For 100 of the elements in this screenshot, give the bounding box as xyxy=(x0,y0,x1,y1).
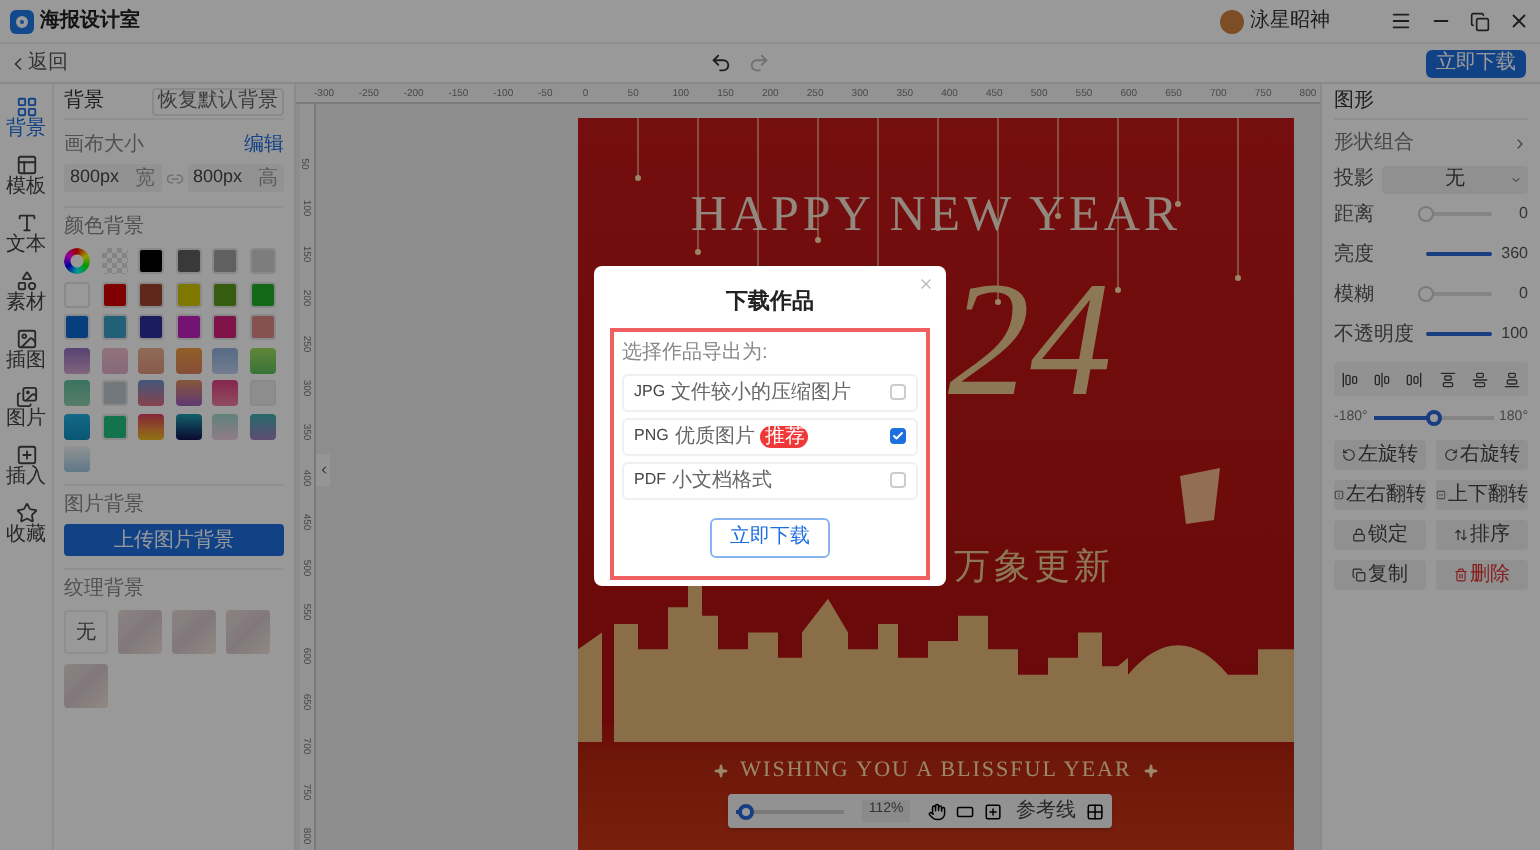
gradient-swatch[interactable] xyxy=(212,347,239,373)
gradient-swatch[interactable] xyxy=(212,413,239,439)
align-icon[interactable] xyxy=(1471,371,1488,387)
action-button[interactable]: 左右翻转 xyxy=(1334,480,1426,510)
action-button[interactable]: 锁定 xyxy=(1334,520,1426,550)
gradient-swatch[interactable] xyxy=(64,413,90,439)
link-icon[interactable] xyxy=(165,169,183,187)
reset-background-button[interactable]: 恢复默认背景 xyxy=(152,87,284,115)
action-icon xyxy=(1444,448,1458,462)
gradient-swatch[interactable] xyxy=(101,347,128,373)
gradient-swatch[interactable] xyxy=(175,347,202,373)
gradient-swatch[interactable] xyxy=(64,347,90,373)
zoom-in-icon[interactable] xyxy=(983,801,1002,821)
color-swatch[interactable] xyxy=(212,248,239,274)
checkbox[interactable] xyxy=(890,384,906,400)
check-icon xyxy=(892,430,904,442)
no-texture-option[interactable]: 无 xyxy=(64,610,108,654)
gradient-swatch[interactable] xyxy=(138,380,165,406)
gradient-swatch[interactable] xyxy=(175,413,202,439)
sidebar-tab[interactable]: 背景 xyxy=(6,96,46,140)
checkbox[interactable] xyxy=(890,472,906,488)
color-swatch[interactable] xyxy=(249,281,276,307)
zoom-slider-thumb[interactable] xyxy=(738,803,755,819)
color-swatch[interactable] xyxy=(101,380,128,406)
action-button[interactable]: 复制 xyxy=(1334,560,1426,590)
download-now-button[interactable]: 立即下载 xyxy=(710,517,830,557)
poster-year: 24 xyxy=(948,258,1112,422)
back-button[interactable]: 返回 xyxy=(8,48,68,78)
action-button[interactable]: 排序 xyxy=(1436,520,1528,550)
align-icon[interactable] xyxy=(1406,371,1423,387)
sidebar-tab[interactable]: 素材 xyxy=(6,270,46,314)
color-swatch[interactable] xyxy=(138,314,165,340)
export-option[interactable]: PNG 优质图片 推荐 xyxy=(622,417,918,455)
color-swatch[interactable] xyxy=(249,314,276,340)
color-swatch[interactable] xyxy=(138,281,165,307)
color-swatch[interactable] xyxy=(101,314,128,340)
export-option[interactable]: PDF 小文档格式 xyxy=(622,461,918,499)
format-description: 优质图片 xyxy=(674,423,755,451)
sidebar-tab[interactable]: 图片 xyxy=(6,386,46,430)
gradient-swatch[interactable] xyxy=(64,380,90,406)
gradient-swatch[interactable] xyxy=(212,380,239,406)
align-icon[interactable] xyxy=(1374,371,1391,387)
upload-background-button[interactable]: 上传图片背景 xyxy=(64,524,284,556)
user-name[interactable]: 泳星昭神 xyxy=(1250,6,1330,36)
collapse-handle[interactable] xyxy=(316,454,330,486)
rotation-thumb[interactable] xyxy=(1425,410,1442,426)
color-swatch[interactable] xyxy=(212,314,239,340)
slider-thumb[interactable] xyxy=(1418,286,1434,302)
gradient-swatch[interactable] xyxy=(175,380,202,406)
restore-icon[interactable] xyxy=(1470,11,1490,31)
shape-combine-row[interactable]: 形状组合 xyxy=(1334,128,1528,158)
color-swatch[interactable] xyxy=(101,281,128,307)
action-button[interactable]: 右旋转 xyxy=(1436,440,1528,470)
checkbox[interactable] xyxy=(890,428,906,444)
gradient-swatch[interactable] xyxy=(64,446,90,472)
texture-thumbnail[interactable] xyxy=(118,610,162,654)
gradient-swatch[interactable] xyxy=(138,413,165,439)
edit-link[interactable]: 编辑 xyxy=(244,130,284,160)
hand-tool-icon[interactable] xyxy=(927,801,946,821)
color-swatch[interactable] xyxy=(175,248,202,274)
undo-icon[interactable] xyxy=(710,52,732,74)
avatar-icon[interactable] xyxy=(1220,9,1244,33)
section-label: 纹理背景 xyxy=(64,568,284,604)
gradient-swatch[interactable] xyxy=(138,347,165,373)
sidebar-tab[interactable]: 文本 xyxy=(6,212,46,256)
fit-screen-icon[interactable] xyxy=(955,801,974,821)
sidebar-tab[interactable]: 模板 xyxy=(6,154,46,198)
color-swatch[interactable] xyxy=(101,413,128,439)
download-button[interactable]: 立即下载 xyxy=(1426,49,1526,77)
action-button[interactable]: 左旋转 xyxy=(1334,440,1426,470)
color-swatch[interactable] xyxy=(212,281,239,307)
close-icon[interactable] xyxy=(1508,10,1530,32)
action-icon xyxy=(1352,528,1366,542)
texture-thumbnail[interactable] xyxy=(64,664,108,708)
color-swatch[interactable] xyxy=(175,281,202,307)
color-swatch[interactable] xyxy=(138,248,165,274)
app-logo-icon xyxy=(10,9,34,33)
slider-thumb[interactable] xyxy=(1418,206,1434,222)
texture-thumbnail[interactable] xyxy=(172,610,216,654)
shadow-select[interactable]: 无 xyxy=(1382,165,1528,193)
menu-icon[interactable] xyxy=(1390,10,1412,32)
color-swatch[interactable] xyxy=(175,314,202,340)
color-wheel-icon[interactable] xyxy=(64,248,90,274)
gradient-swatch[interactable] xyxy=(249,347,276,373)
align-icon[interactable] xyxy=(1439,371,1456,387)
texture-thumbnail[interactable] xyxy=(226,610,270,654)
align-icon[interactable] xyxy=(1342,371,1359,387)
align-icon[interactable] xyxy=(1503,371,1520,387)
redo-icon[interactable] xyxy=(748,52,770,74)
sidebar-tab[interactable]: 插入 xyxy=(6,444,46,488)
action-button[interactable]: 删除 xyxy=(1436,560,1528,590)
grid-icon[interactable] xyxy=(1085,801,1104,821)
color-swatch[interactable] xyxy=(249,248,276,274)
gradient-swatch[interactable] xyxy=(249,413,276,439)
color-swatch[interactable] xyxy=(64,314,90,340)
export-option[interactable]: JPG 文件较小的压缩图片 xyxy=(622,373,918,411)
action-button[interactable]: 上下翻转 xyxy=(1436,480,1528,510)
sidebar-tab[interactable]: 插图 xyxy=(6,328,46,372)
guides-button[interactable]: 参考线 xyxy=(1015,801,1076,821)
sidebar-tab[interactable]: 收藏 xyxy=(6,502,46,546)
